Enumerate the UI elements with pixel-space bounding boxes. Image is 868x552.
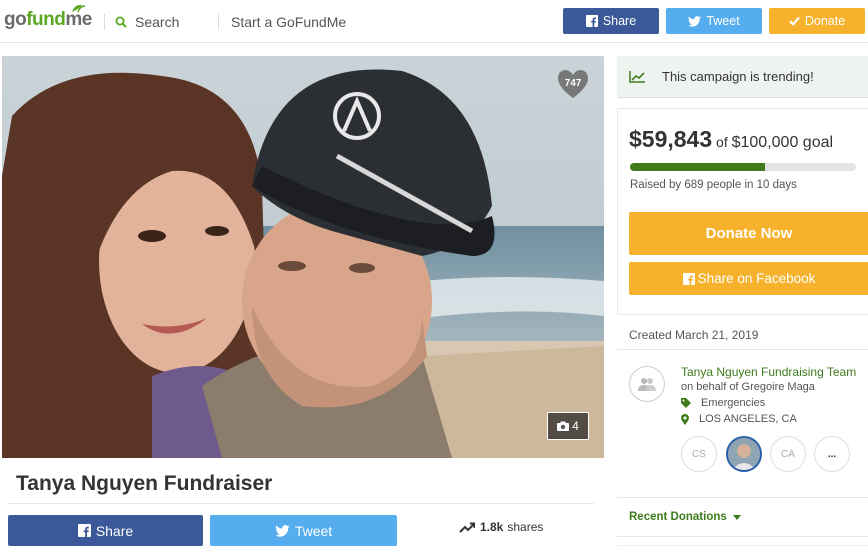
header-tweet-label: Tweet — [706, 14, 740, 28]
raised-amount: $59,843 — [629, 126, 713, 152]
heart-count: 747 — [564, 78, 582, 89]
search-icon — [115, 16, 127, 28]
team-member-photo-avatar[interactable] — [726, 436, 762, 472]
organizer-avatar — [629, 366, 665, 402]
team-member-avatar[interactable]: CS — [681, 436, 717, 472]
camera-icon — [557, 421, 570, 431]
raised-of: of — [716, 134, 728, 150]
shares-number: 1.8k — [480, 520, 504, 534]
facebook-icon — [585, 15, 598, 27]
facebook-icon — [682, 272, 695, 285]
start-gofundme-link[interactable]: Start a GoFundMe — [218, 14, 346, 30]
header-donate-label: Donate — [804, 14, 846, 28]
users-icon — [638, 378, 656, 391]
check-icon — [789, 16, 800, 26]
team-member-photo — [728, 438, 760, 470]
twitter-icon — [688, 15, 702, 27]
search-label: Search — [135, 14, 180, 30]
team-member-avatar[interactable]: CA — [770, 436, 806, 472]
header-tweet-button[interactable]: Tweet — [666, 8, 762, 34]
trending-icon — [459, 522, 475, 533]
campaign-photo-illustration — [2, 56, 604, 458]
goal-text: $100,000 goal — [731, 134, 834, 151]
trending-banner: This campaign is trending! — [617, 56, 868, 98]
location-pin-icon — [681, 413, 689, 425]
tag-icon — [681, 398, 691, 408]
donation-list-edge — [617, 545, 868, 552]
chevron-down-icon — [732, 514, 741, 520]
campaign-photo[interactable]: 747 4 — [2, 56, 604, 458]
logo-go: go — [4, 9, 27, 30]
trending-text: This campaign is trending! — [662, 69, 814, 84]
shares-suffix: shares — [507, 520, 544, 534]
recent-donations-section: Recent Donations — [617, 497, 868, 537]
category-label: Emergencies — [701, 397, 766, 409]
trending-chart-icon — [629, 71, 645, 83]
progress-fill — [630, 163, 766, 171]
raised-summary: $59,843 of $100,000 goal — [629, 126, 833, 153]
share-on-facebook-button[interactable]: Share on Facebook — [629, 262, 868, 295]
sprout-icon — [72, 4, 86, 13]
divider — [617, 349, 868, 350]
gofundme-logo[interactable]: gofundme — [4, 4, 92, 31]
header-donate-button[interactable]: Donate — [769, 8, 865, 34]
progress-bar — [630, 163, 856, 171]
recent-donations-toggle[interactable]: Recent Donations — [629, 511, 741, 523]
top-navbar: gofundme Search Start a GoFundMe Share T… — [0, 0, 868, 43]
organizer-name[interactable]: Tanya Nguyen Fundraising Team — [681, 365, 856, 379]
location-label: LOS ANGELES, CA — [699, 413, 797, 425]
campaign-category[interactable]: Emergencies — [681, 397, 765, 409]
organizer-beneficiary: on behalf of Gregoire Maga — [681, 381, 815, 393]
search-link[interactable]: Search — [104, 14, 179, 30]
header-share-label: Share — [602, 14, 637, 28]
campaign-share-label: Share — [95, 522, 134, 539]
share-on-facebook-label: Share on Facebook — [697, 271, 816, 286]
facebook-icon — [77, 524, 91, 537]
campaign-share-button[interactable]: Share — [8, 515, 203, 546]
campaign-tweet-button[interactable]: Tweet — [210, 515, 397, 546]
donation-card: $59,843 of $100,000 goal Raised by 689 p… — [617, 108, 868, 315]
campaign-tweet-label: Tweet — [294, 522, 333, 539]
recent-donations-label: Recent Donations — [629, 511, 727, 523]
app-root: gofundme Search Start a GoFundMe Share T… — [0, 0, 868, 552]
logo-fund: fund — [26, 9, 66, 30]
header-share-button[interactable]: Share — [563, 8, 659, 34]
raised-by-text: Raised by 689 people in 10 days — [630, 179, 797, 191]
more-team-members-button[interactable]: ... — [814, 436, 850, 472]
divider — [8, 503, 594, 504]
shares-count: 1.8k shares — [459, 520, 543, 534]
campaign-location: LOS ANGELES, CA — [681, 413, 797, 425]
created-date: Created March 21, 2019 — [629, 328, 759, 342]
twitter-icon — [275, 524, 290, 537]
campaign-title: Tanya Nguyen Fundraiser — [16, 472, 273, 495]
photo-count-label: 4 — [572, 419, 579, 433]
photo-gallery-button[interactable]: 4 — [547, 412, 589, 440]
donate-now-button[interactable]: Donate Now — [629, 212, 868, 255]
